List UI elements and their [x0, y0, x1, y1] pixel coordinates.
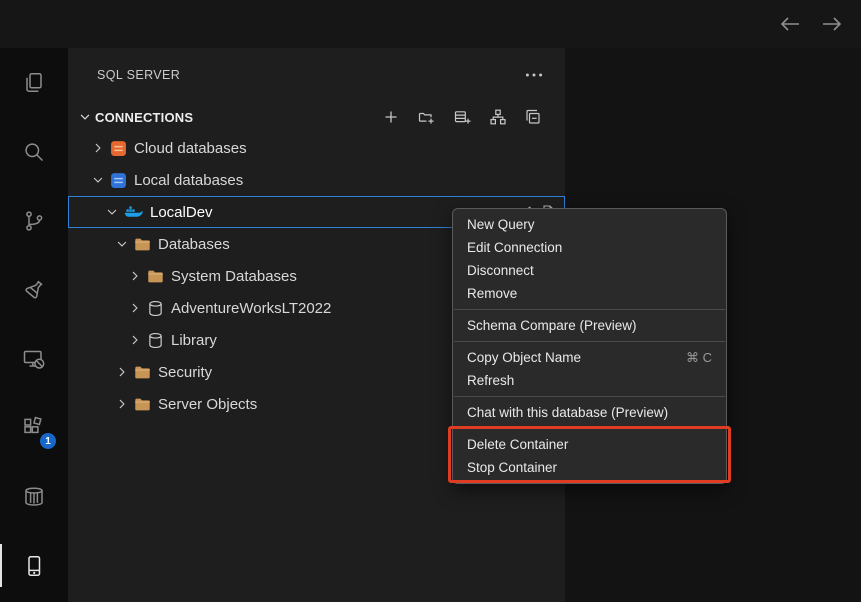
more-actions-button[interactable] [525, 72, 543, 78]
tree-item-local-databases[interactable]: Local databases [68, 164, 565, 196]
vscode-window: 1 [0, 0, 861, 602]
back-button[interactable] [777, 14, 803, 34]
menu-item-refresh[interactable]: Refresh [453, 369, 726, 392]
folder-icon [134, 364, 151, 381]
sidebar-title: SQL SERVER [97, 68, 180, 82]
titlebar [0, 0, 861, 48]
menu-item-disconnect[interactable]: Disconnect [453, 259, 726, 282]
menu-separator [454, 396, 725, 397]
menu-separator [454, 428, 725, 429]
activity-bar: 1 [0, 48, 68, 602]
chevron-down-icon[interactable] [114, 237, 130, 251]
folder-icon [147, 268, 164, 285]
menu-item-new-query[interactable]: New Query [453, 213, 726, 236]
activity-item-source-control[interactable] [0, 186, 68, 255]
menu-item-chat-with-database[interactable]: Chat with this database (Preview) [453, 401, 726, 424]
context-menu: New Query Edit Connection Disconnect Rem… [452, 208, 727, 484]
sql-server-icon [22, 554, 46, 578]
connections-toolbar [383, 109, 541, 125]
database-icon [147, 300, 164, 317]
menu-item-delete-container[interactable]: Delete Container [453, 433, 726, 456]
chevron-right-icon[interactable] [127, 333, 143, 347]
forward-button[interactable] [819, 14, 845, 34]
arrow-left-icon [779, 16, 801, 32]
chevron-right-icon[interactable] [127, 301, 143, 315]
activity-item-containers[interactable] [0, 462, 68, 531]
folder-icon [134, 236, 151, 253]
menu-separator [454, 341, 725, 342]
new-connection-group-icon[interactable] [418, 109, 435, 125]
add-connection-icon[interactable] [383, 109, 399, 125]
chevron-down-icon [78, 110, 92, 124]
menu-separator [454, 309, 725, 310]
search-icon [22, 140, 46, 164]
menu-item-edit-connection[interactable]: Edit Connection [453, 236, 726, 259]
menu-item-stop-container[interactable]: Stop Container [453, 456, 726, 479]
extensions-badge: 1 [40, 433, 56, 449]
monitor-blocked-icon [22, 347, 46, 371]
database-icon [147, 332, 164, 349]
server-hierarchy-icon[interactable] [490, 109, 506, 125]
activity-item-remote-explorer[interactable] [0, 324, 68, 393]
ellipsis-icon [525, 72, 543, 78]
chevron-right-icon[interactable] [114, 365, 130, 379]
local-databases-icon [110, 172, 127, 189]
chevron-down-icon[interactable] [90, 173, 106, 187]
history-nav [777, 14, 845, 34]
menu-item-schema-compare[interactable]: Schema Compare (Preview) [453, 314, 726, 337]
connections-section-label: CONNECTIONS [95, 110, 383, 125]
activity-item-extensions[interactable]: 1 [0, 393, 68, 462]
shortcut-label: ⌘ C [686, 350, 712, 366]
tree-item-cloud-databases[interactable]: Cloud databases [68, 132, 565, 164]
connections-section-header[interactable]: CONNECTIONS [68, 102, 565, 132]
menu-item-copy-object-name[interactable]: Copy Object Name ⌘ C [453, 346, 726, 369]
chevron-right-icon[interactable] [127, 269, 143, 283]
chevron-right-icon[interactable] [114, 397, 130, 411]
docker-whale-icon [124, 205, 143, 220]
source-control-icon [22, 209, 46, 233]
arrow-right-icon [821, 16, 843, 32]
collapse-all-icon[interactable] [525, 109, 541, 125]
activity-item-explorer[interactable] [0, 48, 68, 117]
flask-icon [22, 278, 46, 302]
menu-item-remove[interactable]: Remove [453, 282, 726, 305]
add-server-group-icon[interactable] [454, 109, 471, 125]
sidebar-header: SQL SERVER [68, 48, 565, 102]
folder-icon [134, 396, 151, 413]
chevron-right-icon[interactable] [90, 141, 106, 155]
files-copy-icon [22, 71, 46, 95]
container-barrel-icon [22, 485, 46, 509]
activity-item-search[interactable] [0, 117, 68, 186]
activity-item-testing[interactable] [0, 255, 68, 324]
cloud-databases-icon [110, 140, 127, 157]
activity-item-sql-server[interactable] [0, 531, 68, 600]
chevron-down-icon[interactable] [104, 205, 120, 219]
